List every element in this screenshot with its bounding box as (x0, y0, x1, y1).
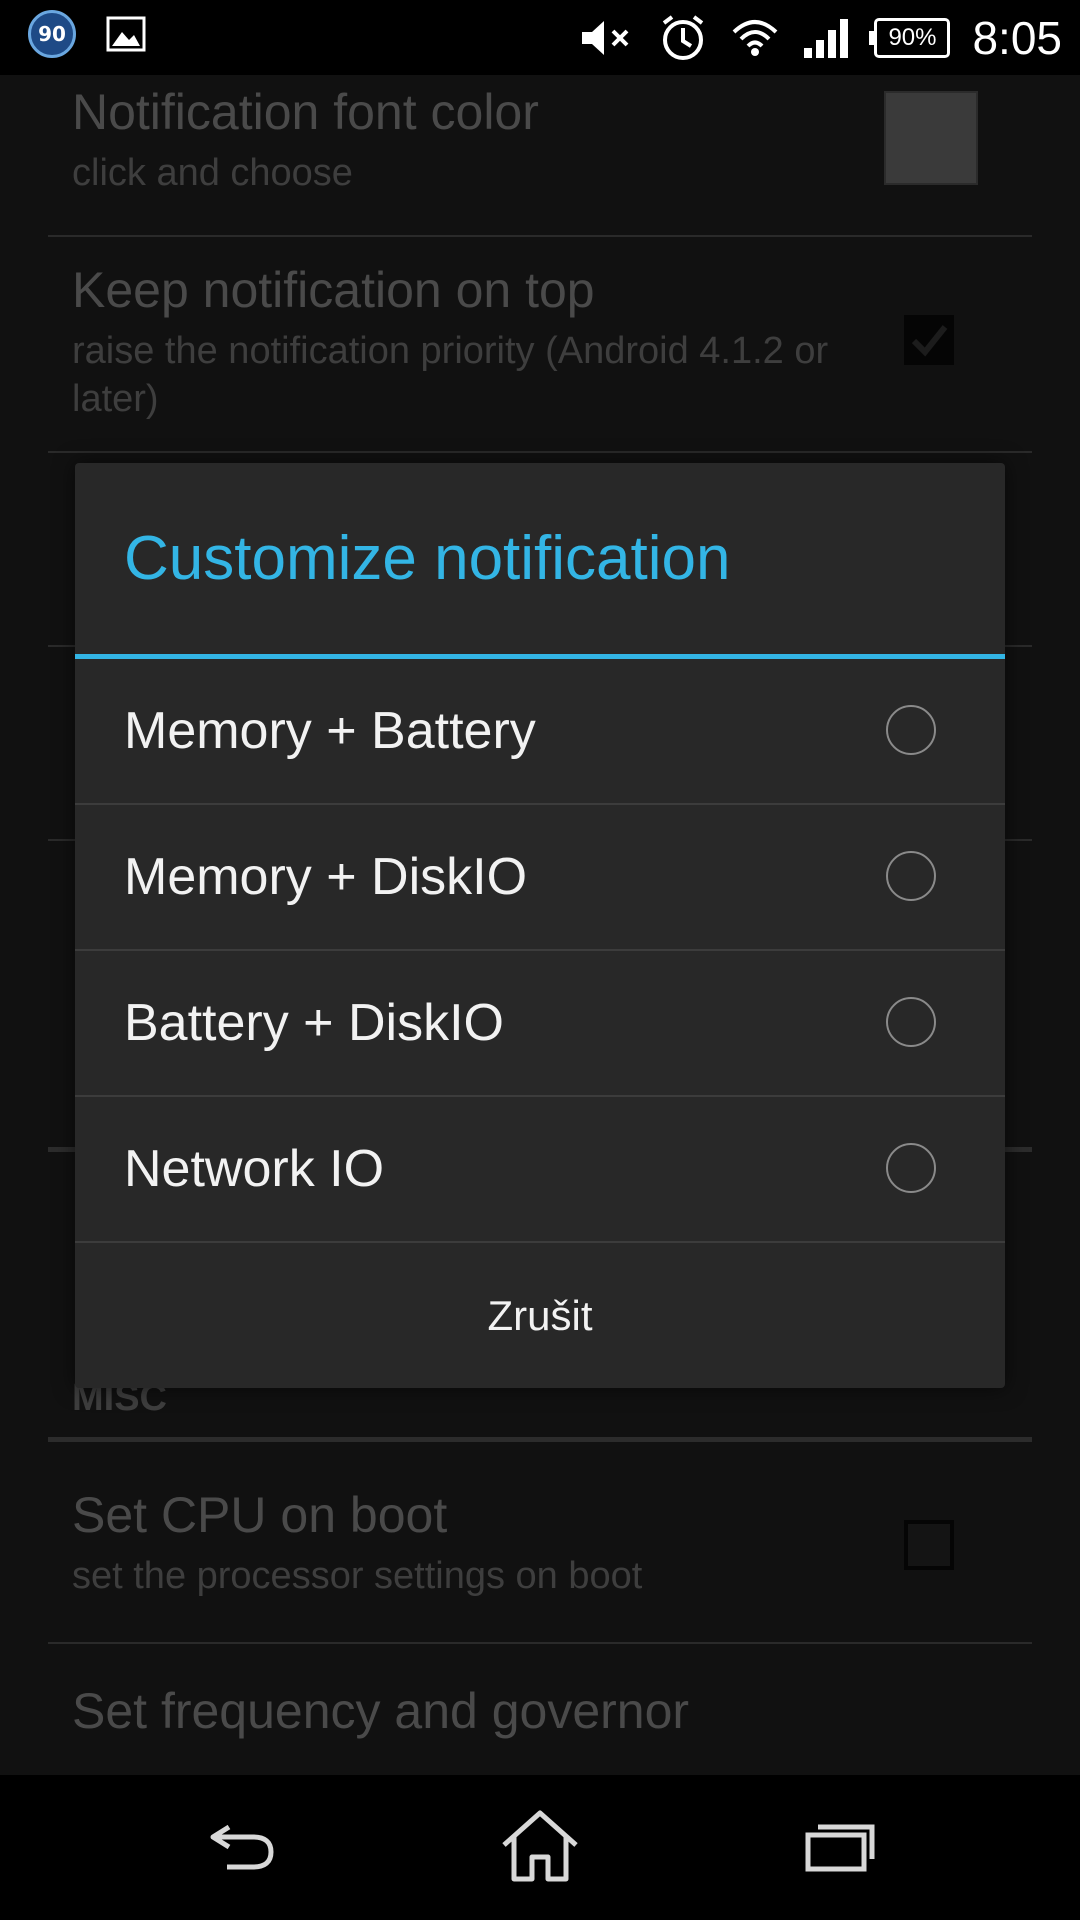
radio-button[interactable] (886, 1143, 936, 1193)
status-left: 90 (28, 10, 146, 58)
checkbox-set-cpu-on-boot[interactable] (904, 1520, 954, 1570)
radio-button[interactable] (886, 851, 936, 901)
pref-subtitle: click and choose (72, 152, 353, 194)
navigation-bar (0, 1775, 1080, 1920)
color-swatch[interactable] (884, 91, 978, 185)
recent-apps-button[interactable] (785, 1795, 895, 1895)
recent-apps-icon (805, 1824, 875, 1872)
status-bar: 90 90% 8:05 (0, 0, 1080, 75)
badge-icon: 90 (28, 10, 76, 58)
back-icon (210, 1824, 274, 1870)
pref-set-cpu-on-boot[interactable]: Set CPU on boot set the processor settin… (48, 1442, 1032, 1644)
home-button[interactable] (485, 1795, 595, 1895)
pref-subtitle: set the processor settings on boot (72, 1555, 643, 1597)
option-battery-diskio[interactable]: Battery + DiskIO (75, 951, 1005, 1097)
option-memory-battery[interactable]: Memory + Battery (75, 659, 1005, 805)
back-button[interactable] (186, 1795, 296, 1895)
battery-level: 90% (888, 23, 937, 51)
badge-count: 90 (38, 22, 66, 46)
image-icon (106, 16, 146, 52)
battery-icon: 90% (869, 17, 951, 58)
signal-icon (804, 18, 849, 58)
pref-keep-notification-on-top[interactable]: Keep notification on top raise the notif… (48, 235, 1032, 453)
checkbox-keep-on-top[interactable] (904, 315, 954, 365)
pref-title: Keep notification on top (72, 262, 595, 318)
status-right: 90% 8:05 (580, 0, 1062, 75)
option-label: Memory + DiskIO (124, 848, 528, 906)
option-label: Network IO (124, 1140, 385, 1198)
clock: 8:05 (972, 11, 1062, 64)
option-label: Memory + Battery (124, 702, 536, 760)
pref-notification-font-color[interactable]: Notification font color click and choose (48, 75, 1032, 237)
alarm-icon (663, 14, 704, 60)
option-network-io[interactable]: Network IO (75, 1097, 1005, 1243)
mute-icon (582, 20, 629, 55)
pref-title: Notification font color (72, 84, 539, 140)
option-label: Battery + DiskIO (124, 994, 504, 1052)
home-icon (502, 1810, 578, 1882)
checkmark-icon (911, 325, 948, 357)
wifi-icon (733, 19, 778, 56)
option-list: Memory + Battery Memory + DiskIO Battery… (75, 659, 1005, 1243)
dialog-title: Customize notification (124, 524, 731, 593)
pref-title: Set CPU on boot (72, 1487, 448, 1543)
radio-button[interactable] (886, 705, 936, 755)
customize-notification-dialog: Customize notification Memory + Battery … (75, 463, 1005, 1388)
cancel-button[interactable]: Zrušit (75, 1243, 1005, 1388)
pref-subtitle: raise the notification priority (Android… (72, 330, 829, 420)
pref-title: Set frequency and governor (72, 1683, 690, 1739)
radio-button[interactable] (886, 997, 936, 1047)
pref-set-frequency-governor[interactable]: Set frequency and governor (48, 1642, 1032, 1782)
option-memory-diskio[interactable]: Memory + DiskIO (75, 805, 1005, 951)
